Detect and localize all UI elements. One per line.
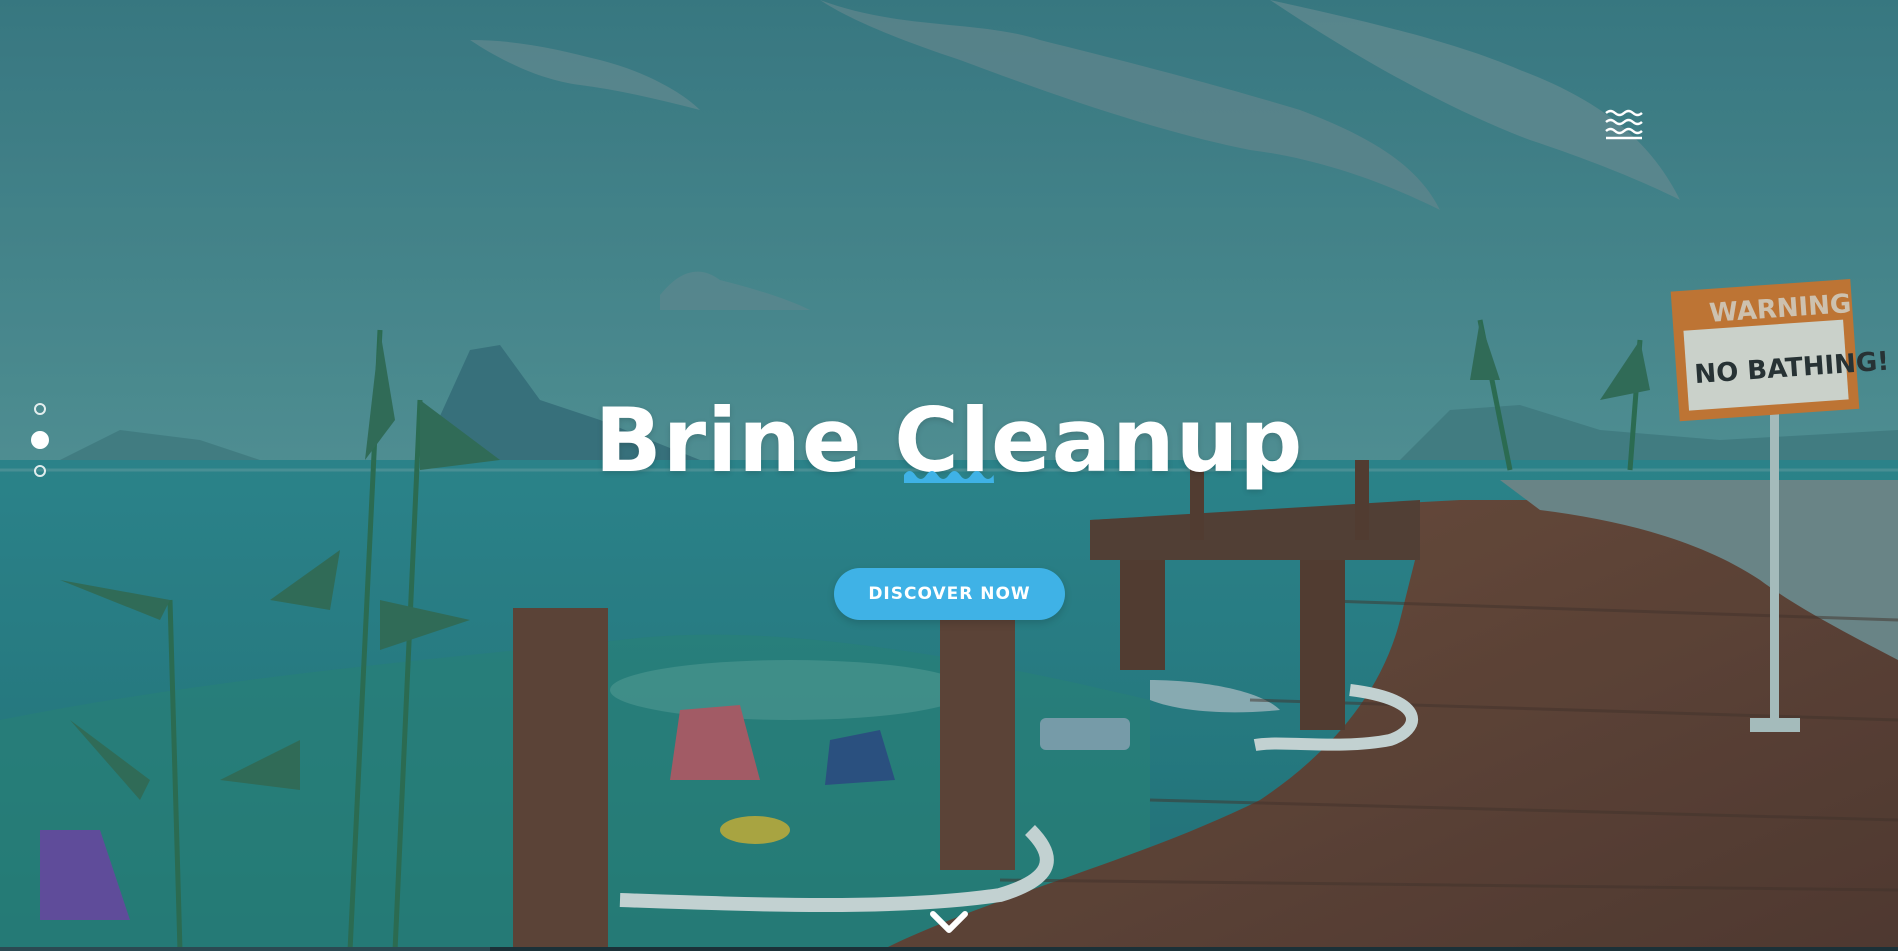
- scroll-down-arrow: [930, 911, 968, 933]
- scroll-progress-bar: [0, 947, 1898, 951]
- wave-menu-icon[interactable]: [1604, 108, 1644, 142]
- chevron-down-icon[interactable]: [929, 908, 969, 936]
- wave-divider-icon: [904, 471, 994, 483]
- hero-section: WARNING NO BATHING! Brine Cleanup DISCOV…: [0, 0, 1898, 951]
- scroll-progress-fill: [0, 947, 490, 951]
- menu-waves-graphic: [1605, 109, 1643, 140]
- discover-now-button[interactable]: DISCOVER NOW: [834, 568, 1065, 620]
